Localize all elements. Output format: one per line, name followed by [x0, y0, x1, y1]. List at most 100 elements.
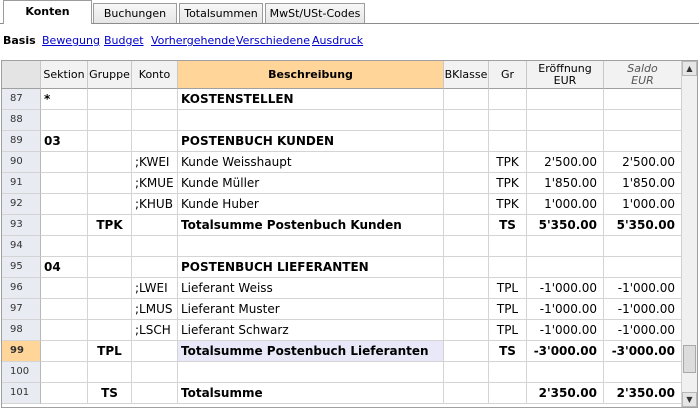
cell-bklasse[interactable] — [444, 383, 489, 404]
cell-sektion[interactable] — [41, 299, 88, 320]
cell-bklasse[interactable] — [444, 362, 489, 383]
row-number[interactable]: 100 — [2, 362, 41, 383]
cell-eroeffnung[interactable]: 1'850.00 — [527, 173, 604, 194]
cell-saldo[interactable] — [604, 257, 682, 278]
cell-gruppe[interactable]: TPK — [88, 215, 132, 236]
cell-eroeffnung[interactable] — [527, 236, 604, 257]
cell-eroeffnung[interactable] — [527, 257, 604, 278]
cell-gruppe[interactable] — [88, 299, 132, 320]
column-header-eroeffnung[interactable]: Eröffnung EUR — [527, 61, 604, 89]
tab-mwst-codes[interactable]: MwSt/USt-Codes — [265, 3, 365, 23]
cell-gruppe[interactable] — [88, 110, 132, 131]
cell-saldo[interactable] — [604, 89, 682, 110]
cell-saldo[interactable] — [604, 362, 682, 383]
cell-beschreibung[interactable]: Lieferant Muster — [178, 299, 444, 320]
cell-saldo[interactable]: -1'000.00 — [604, 278, 682, 299]
cell-konto[interactable] — [132, 89, 178, 110]
row-number[interactable]: 92 — [2, 194, 41, 215]
cell-beschreibung[interactable]: Lieferant Schwarz — [178, 320, 444, 341]
cell-bklasse[interactable] — [444, 131, 489, 152]
cell-bklasse[interactable] — [444, 278, 489, 299]
table-row[interactable]: 90 ;KWEI Kunde Weisshaupt TPK 2'500.00 2'500.… — [2, 152, 682, 173]
table-row[interactable]: 97 ;LMUS Lieferant Muster TPL -1'000.00 -1'00… — [2, 299, 682, 320]
cell-saldo[interactable] — [604, 131, 682, 152]
cell-eroeffnung[interactable]: 5'350.00 — [527, 215, 604, 236]
cell-saldo[interactable] — [604, 110, 682, 131]
cell-gr[interactable] — [489, 131, 527, 152]
table-row[interactable]: 101 TS Totalsumme 2'350.00 2'350.00 — [2, 383, 682, 404]
tab-totalsummen[interactable]: Totalsummen — [179, 3, 263, 23]
scrollbar-thumb[interactable] — [683, 345, 696, 373]
row-number[interactable]: 89 — [2, 131, 41, 152]
column-header-beschreibung[interactable]: Beschreibung — [178, 61, 444, 89]
row-number[interactable]: 97 — [2, 299, 41, 320]
cell-sektion[interactable] — [41, 341, 88, 362]
cell-saldo[interactable]: 1'000.00 — [604, 194, 682, 215]
table-row[interactable]: 94 — [2, 236, 682, 257]
cell-gruppe[interactable]: TS — [88, 383, 132, 404]
cell-gr[interactable] — [489, 257, 527, 278]
cell-sektion[interactable]: 04 — [41, 257, 88, 278]
cell-beschreibung[interactable]: POSTENBUCH KUNDEN — [178, 131, 444, 152]
cell-konto[interactable] — [132, 362, 178, 383]
column-header-gr[interactable]: Gr — [489, 61, 527, 89]
cell-bklasse[interactable] — [444, 236, 489, 257]
view-ausdruck-link[interactable]: Ausdruck — [312, 34, 363, 47]
cell-gruppe[interactable]: TPL — [88, 341, 132, 362]
cell-saldo[interactable] — [604, 236, 682, 257]
cell-gruppe[interactable] — [88, 278, 132, 299]
cell-gr[interactable] — [489, 383, 527, 404]
cell-sektion[interactable] — [41, 278, 88, 299]
cell-gruppe[interactable] — [88, 173, 132, 194]
cell-sektion[interactable] — [41, 362, 88, 383]
cell-sektion[interactable]: * — [41, 89, 88, 110]
scroll-down-icon[interactable]: ▼ — [682, 392, 697, 407]
cell-gruppe[interactable] — [88, 152, 132, 173]
cell-konto[interactable]: ;LSCH — [132, 320, 178, 341]
cell-eroeffnung[interactable] — [527, 362, 604, 383]
cell-konto[interactable]: ;LMUS — [132, 299, 178, 320]
cell-bklasse[interactable] — [444, 299, 489, 320]
view-basis[interactable]: Basis — [3, 34, 36, 47]
cell-konto[interactable] — [132, 257, 178, 278]
cell-sektion[interactable] — [41, 110, 88, 131]
cell-gruppe[interactable] — [88, 320, 132, 341]
table-row[interactable]: 88 — [2, 110, 682, 131]
cell-konto[interactable] — [132, 236, 178, 257]
cell-beschreibung[interactable]: Lieferant Weiss — [178, 278, 444, 299]
table-row[interactable]: 92 ;KHUB Kunde Huber TPK 1'000.00 1'000.00 — [2, 194, 682, 215]
table-row[interactable]: 91 ;KMUE Kunde Müller TPK 1'850.00 1'850.00 — [2, 173, 682, 194]
row-number[interactable]: 88 — [2, 110, 41, 131]
cell-sektion[interactable] — [41, 152, 88, 173]
cell-bklasse[interactable] — [444, 320, 489, 341]
tab-konten[interactable]: Konten — [3, 0, 92, 24]
cell-beschreibung[interactable] — [178, 236, 444, 257]
cell-bklasse[interactable] — [444, 89, 489, 110]
cell-beschreibung[interactable]: POSTENBUCH LIEFERANTEN — [178, 257, 444, 278]
cell-saldo[interactable]: 2'350.00 — [604, 383, 682, 404]
cell-sektion[interactable] — [41, 194, 88, 215]
row-number[interactable]: 90 — [2, 152, 41, 173]
cell-gr[interactable]: TPK — [489, 152, 527, 173]
table-row[interactable]: 93 TPK Totalsumme Postenbuch Kunden TS 5'350… — [2, 215, 682, 236]
cell-sektion[interactable] — [41, 320, 88, 341]
tab-buchungen[interactable]: Buchungen — [93, 3, 177, 23]
cell-beschreibung[interactable]: Totalsumme Postenbuch Lieferanten — [178, 341, 444, 362]
table-row[interactable]: 95 04 POSTENBUCH LIEFERANTEN — [2, 257, 682, 278]
cell-gruppe[interactable] — [88, 362, 132, 383]
view-vorhergehende-link[interactable]: Vorhergehende — [151, 34, 235, 47]
cell-bklasse[interactable] — [444, 341, 489, 362]
cell-eroeffnung[interactable]: -3'000.00 — [527, 341, 604, 362]
row-number[interactable]: 96 — [2, 278, 41, 299]
cell-bklasse[interactable] — [444, 257, 489, 278]
cell-beschreibung[interactable]: Totalsumme Postenbuch Kunden — [178, 215, 444, 236]
vertical-scrollbar[interactable]: ▲ ▼ — [681, 61, 697, 407]
cell-konto[interactable] — [132, 110, 178, 131]
cell-gruppe[interactable] — [88, 89, 132, 110]
cell-konto[interactable] — [132, 341, 178, 362]
cell-konto[interactable]: ;LWEI — [132, 278, 178, 299]
cell-eroeffnung[interactable]: 2'500.00 — [527, 152, 604, 173]
row-number[interactable]: 101 — [2, 383, 41, 404]
cell-saldo[interactable]: -1'000.00 — [604, 299, 682, 320]
column-header-saldo[interactable]: Saldo EUR — [604, 61, 682, 89]
